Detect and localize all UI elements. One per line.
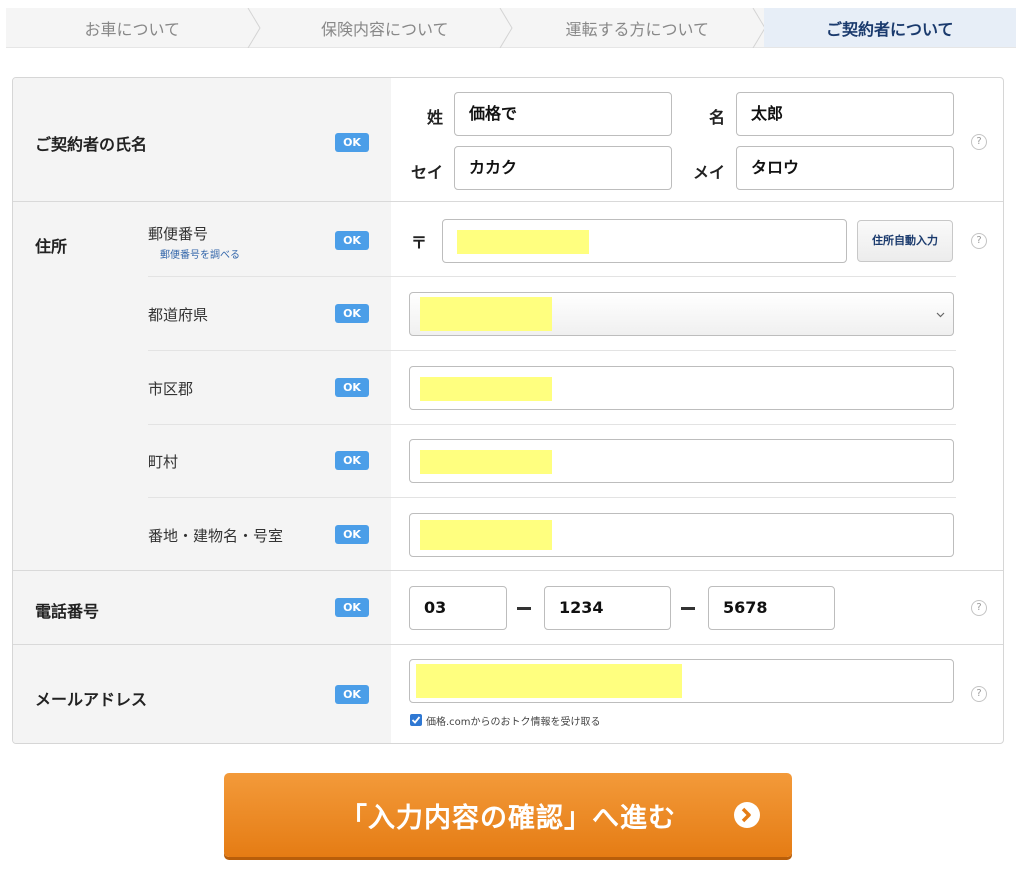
step-driver: 運転する方について [511, 8, 766, 48]
postal-label: 郵便番号 [148, 225, 209, 243]
phone-part3-input[interactable]: 5678 [708, 586, 835, 630]
sei-label: 姓 [427, 108, 444, 127]
ok-badge: OK [335, 525, 369, 544]
auto-fill-address-button[interactable]: 住所自動入力 [857, 220, 953, 262]
postal-code-input[interactable] [442, 219, 847, 263]
progress-steps: お車について 保険内容について 運転する方について ご契約者について [6, 8, 1016, 48]
section-divider [13, 201, 1003, 202]
step-label: 保険内容について [320, 19, 449, 39]
ok-badge: OK [335, 133, 369, 152]
prefecture-label: 都道府県 [148, 306, 209, 324]
ok-badge: OK [335, 685, 369, 704]
city-label: 市区郡 [148, 380, 194, 398]
row-divider [148, 497, 956, 498]
submit-label: 「入力内容の確認」へ進む [340, 802, 676, 834]
redacted-value [420, 450, 552, 474]
chevron-down-icon [936, 312, 945, 318]
step-contractor: ご契約者について [763, 8, 1016, 47]
step-label: 運転する方について [565, 19, 710, 39]
name-section-label: ご契約者の氏名 [35, 135, 148, 154]
sei-kana-label: セイ [411, 163, 444, 182]
dash-separator [681, 607, 695, 610]
dash-separator [517, 607, 531, 610]
prefecture-select[interactable] [409, 292, 954, 336]
step-label: お車について [84, 19, 181, 39]
optin-checkbox[interactable] [410, 714, 422, 726]
ok-badge: OK [335, 304, 369, 323]
help-icon[interactable]: ? [971, 600, 987, 616]
redacted-value [416, 664, 682, 698]
step-insurance: 保険内容について [259, 8, 513, 48]
help-icon[interactable]: ? [971, 134, 987, 150]
sei-input[interactable]: 価格で [454, 92, 672, 136]
row-divider [148, 424, 956, 425]
address-section-label: 住所 [35, 237, 68, 256]
town-input[interactable] [409, 439, 954, 483]
section-divider [13, 644, 1003, 645]
ok-badge: OK [335, 598, 369, 617]
step-car: お車について [6, 8, 261, 48]
sei-kana-input[interactable]: カカク [454, 146, 672, 190]
help-icon[interactable]: ? [971, 233, 987, 249]
mei-kana-label: メイ [693, 163, 726, 182]
row-divider [148, 350, 956, 351]
checkmark-icon [411, 716, 421, 724]
postal-lookup-link[interactable]: 郵便番号を調べる [160, 246, 240, 261]
ok-badge: OK [335, 378, 369, 397]
redacted-value [420, 377, 552, 401]
street-input[interactable] [409, 513, 954, 557]
redacted-value [457, 230, 589, 254]
mei-kana-input[interactable]: タロウ [736, 146, 954, 190]
section-divider [13, 570, 1003, 571]
ok-badge: OK [335, 231, 369, 250]
mei-input[interactable]: 太郎 [736, 92, 954, 136]
town-label: 町村 [148, 453, 179, 471]
postal-mark-icon: 〒 [411, 233, 428, 252]
optin-label: 価格.comからのおトク情報を受け取る [426, 717, 601, 728]
mei-label: 名 [709, 108, 726, 127]
redacted-value [420, 297, 552, 331]
step-label: ご契約者について [825, 19, 954, 39]
contractor-form: ご契約者の氏名 OK 姓 価格で 名 太郎 セイ カカク メイ タロウ ? 住所… [12, 77, 1004, 744]
phone-section-label: 電話番号 [35, 602, 100, 621]
city-input[interactable] [409, 366, 954, 410]
redacted-value [420, 520, 552, 550]
email-section-label: メールアドレス [35, 690, 148, 709]
phone-part1-input[interactable]: 03 [409, 586, 507, 630]
email-input[interactable] [409, 659, 954, 703]
ok-badge: OK [335, 451, 369, 470]
arrow-right-circle-icon [734, 802, 760, 828]
confirm-input-button[interactable]: 「入力内容の確認」へ進む [224, 773, 792, 857]
street-label: 番地・建物名・号室 [148, 527, 284, 545]
help-icon[interactable]: ? [971, 686, 987, 702]
phone-part2-input[interactable]: 1234 [544, 586, 671, 630]
row-divider [148, 276, 956, 277]
